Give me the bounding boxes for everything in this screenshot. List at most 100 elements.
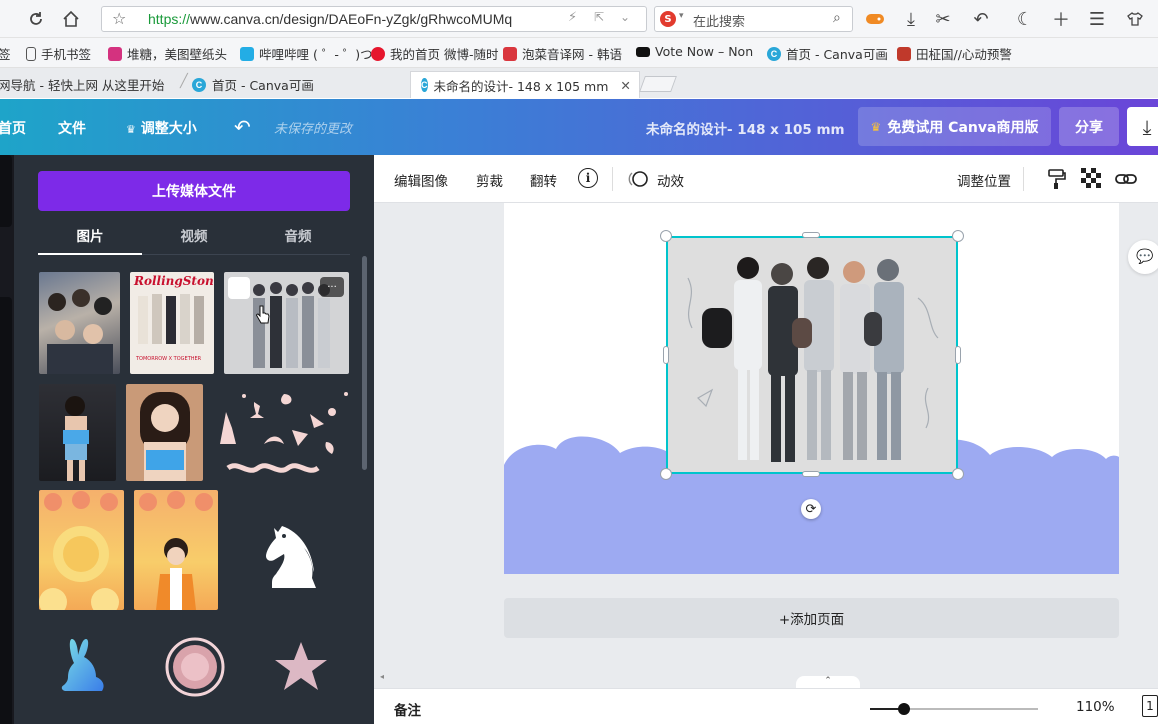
paint-roller-icon[interactable]: [1047, 168, 1067, 194]
link-icon[interactable]: [1114, 168, 1138, 194]
undo-browser-icon[interactable]: ↶: [970, 8, 992, 30]
thumb-girl-blue-top[interactable]: [39, 384, 116, 481]
animate-icon[interactable]: [627, 169, 649, 193]
edit-image-button[interactable]: 编辑图像: [394, 170, 448, 190]
home-link[interactable]: 首页: [0, 118, 26, 138]
home-icon[interactable]: [60, 8, 82, 30]
zoom-slider-knob[interactable]: [898, 703, 910, 715]
thumb-pink-decor-set[interactable]: [214, 384, 354, 481]
menu-icon[interactable]: ☰: [1086, 8, 1108, 30]
zoom-level[interactable]: 110%: [1076, 699, 1115, 715]
position-button[interactable]: 调整位置: [957, 170, 1011, 190]
resize-handle-top[interactable]: [802, 232, 820, 238]
panel-scrollbar[interactable]: [362, 256, 367, 470]
media-panel: 上传媒体文件 图片 视频 音频 RollingStone TOMORROW X …: [14, 155, 374, 724]
tab-images[interactable]: 图片: [38, 225, 142, 245]
side-nav-item[interactable]: [0, 155, 12, 227]
thumb-girl-portrait[interactable]: [126, 384, 203, 481]
crop-button[interactable]: 剪裁: [476, 170, 503, 190]
share-page-icon[interactable]: ⇱: [594, 10, 604, 24]
canva-icon: C: [192, 77, 206, 92]
new-tab-button[interactable]: [639, 76, 677, 92]
shirt-icon[interactable]: [1124, 8, 1146, 30]
thumb-pink-star[interactable]: [272, 640, 330, 696]
selected-photo[interactable]: [666, 236, 958, 474]
design-title[interactable]: 未命名的设计- 148 x 105 mm: [646, 118, 845, 138]
thumb-yellow-poster-1[interactable]: [39, 490, 124, 610]
bookmark-item[interactable]: 田柾国//心动预警: [897, 44, 1012, 63]
resize-button[interactable]: ♛ 调整大小: [126, 118, 197, 138]
bookmark-item[interactable]: 手机书签: [26, 44, 91, 63]
browser-search-box[interactable]: S ▾ 在此搜索 ⌕: [654, 6, 853, 32]
star-icon[interactable]: ☆: [112, 9, 126, 28]
resize-handle-right[interactable]: [955, 346, 961, 364]
bookmark-item[interactable]: 我的首页 微博-随时: [371, 44, 498, 63]
game-icon[interactable]: [864, 8, 886, 30]
download-manager-icon[interactable]: ⤓: [900, 8, 922, 30]
upload-media-button[interactable]: 上传媒体文件: [38, 171, 350, 211]
search-engine-icon[interactable]: S: [660, 11, 676, 27]
trial-button[interactable]: ♛ 免费试用 Canva商用版: [858, 107, 1051, 146]
select-checkbox[interactable]: [228, 277, 250, 299]
flip-button[interactable]: 翻转: [530, 170, 557, 190]
design-page[interactable]: ⟳: [504, 203, 1119, 574]
chevron-down-icon[interactable]: ⌄: [620, 10, 630, 24]
scroll-left-icon[interactable]: ◂: [380, 672, 384, 681]
bookmark-item[interactable]: 泡菜音译网 - 韩语: [503, 44, 622, 63]
scissors-icon[interactable]: ✂: [932, 8, 954, 30]
resize-handle-br[interactable]: [952, 468, 964, 480]
rotate-icon[interactable]: ⟳: [801, 499, 821, 519]
add-page-button[interactable]: +添加页面: [504, 598, 1119, 638]
thumb-group-pajamas[interactable]: ···: [224, 272, 349, 374]
comment-icon[interactable]: 💬: [1128, 240, 1158, 274]
thumb-chess-knight[interactable]: [254, 512, 324, 592]
resize-handle-tl[interactable]: [660, 230, 672, 242]
bottom-bar: 备注 110% 1: [374, 688, 1158, 724]
page-count[interactable]: 1: [1142, 695, 1158, 717]
notes-button[interactable]: 备注: [394, 699, 421, 719]
bookmark-item[interactable]: 哔哩哔哩 ( ゜- ゜)つ: [240, 44, 373, 63]
canva-header: 首页 文件 ♛ 调整大小 ↶ 未保存的更改 未命名的设计- 148 x 105 …: [0, 99, 1158, 155]
tab-navigation[interactable]: 网导航 - 轻快上网 从这里开始: [0, 71, 164, 98]
resize-handle-bottom[interactable]: [802, 471, 820, 477]
side-nav-item[interactable]: [0, 297, 12, 724]
tab-canva-home[interactable]: C 首页 - Canva可画: [192, 71, 314, 98]
crown-icon: ♛: [126, 123, 136, 136]
more-options-button[interactable]: ···: [320, 277, 344, 297]
tab-videos[interactable]: 视频: [142, 225, 246, 245]
lightning-icon[interactable]: ⚡: [568, 10, 577, 25]
thumb-group-selfie[interactable]: [39, 272, 120, 374]
new-tab-icon[interactable]: ＋: [1050, 8, 1072, 31]
reload-icon[interactable]: [25, 8, 47, 30]
info-icon[interactable]: i: [578, 168, 598, 188]
undo-icon[interactable]: ↶: [234, 115, 251, 139]
thumb-blue-rabbit[interactable]: [54, 635, 114, 700]
resize-handle-bl[interactable]: [660, 468, 672, 480]
thumb-magazine-cover[interactable]: RollingStone TOMORROW X TOGETHER: [130, 272, 214, 374]
toolbar-divider: [612, 167, 613, 191]
engine-dropdown-icon[interactable]: ▾: [679, 11, 684, 21]
resize-handle-left[interactable]: [663, 346, 669, 364]
bookmark-item[interactable]: 堆糖，美图壁纸头: [108, 44, 227, 63]
thumb-yellow-poster-2[interactable]: [134, 490, 218, 610]
bookmarks-bar: 签 手机书签 堆糖，美图壁纸头 哔哩哔哩 ( ゜- ゜)つ 我的首页 微博-随时…: [0, 38, 1158, 68]
expand-pages-icon[interactable]: ⌃: [796, 676, 860, 688]
group-photo: [668, 238, 956, 472]
resize-handle-tr[interactable]: [952, 230, 964, 242]
search-icon[interactable]: ⌕: [833, 10, 841, 26]
file-menu[interactable]: 文件: [58, 118, 86, 138]
transparency-icon[interactable]: [1081, 168, 1103, 194]
close-tab-icon[interactable]: ✕: [620, 78, 630, 93]
bookmark-item[interactable]: Vote Now – Non: [636, 44, 753, 59]
tab-design[interactable]: C 未命名的设计- 148 x 105 mm ✕: [410, 71, 640, 98]
phone-icon: [26, 46, 36, 61]
thumb-pink-circle[interactable]: [165, 637, 225, 697]
animate-button[interactable]: 动效: [657, 170, 684, 190]
tab-audio[interactable]: 音频: [246, 225, 350, 245]
download-icon[interactable]: ⤓: [1127, 107, 1158, 146]
bookmark-item[interactable]: 签: [0, 44, 11, 63]
share-button[interactable]: 分享: [1059, 107, 1119, 146]
address-bar[interactable]: ☆ https://www.canva.cn/design/DAEoFn-yZg…: [101, 6, 647, 32]
night-mode-icon[interactable]: ☾: [1014, 8, 1036, 30]
bookmark-item[interactable]: C 首页 - Canva可画: [767, 44, 888, 63]
